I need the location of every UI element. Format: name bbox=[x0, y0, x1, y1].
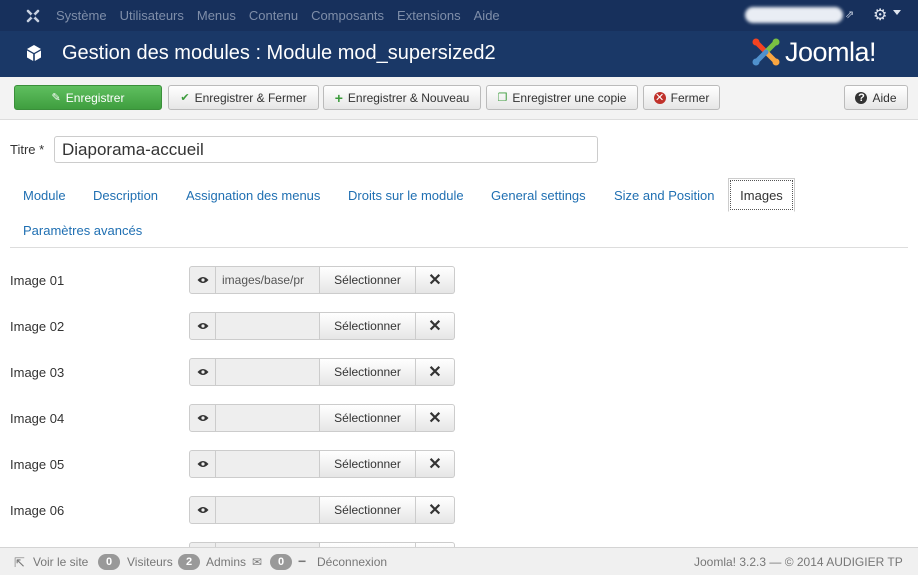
close-button[interactable]: ✕ Fermer bbox=[643, 85, 720, 110]
eye-icon[interactable] bbox=[189, 358, 216, 386]
clear-icon[interactable]: ✕ bbox=[416, 312, 455, 340]
tab-size-position[interactable]: Size and Position bbox=[614, 188, 714, 203]
select-button[interactable]: Sélectionner bbox=[320, 358, 416, 386]
image-06-field: Sélectionner ✕ bbox=[189, 496, 455, 524]
help-icon: ? bbox=[855, 91, 868, 104]
messages-count-badge[interactable]: 0 bbox=[270, 554, 292, 570]
eye-icon[interactable] bbox=[189, 312, 216, 340]
save-new-button[interactable]: + Enregistrer & Nouveau bbox=[323, 85, 481, 110]
save-label: Enregistrer bbox=[65, 90, 125, 105]
minus-icon: − bbox=[298, 553, 307, 569]
eye-icon[interactable] bbox=[189, 266, 216, 294]
clear-icon[interactable]: ✕ bbox=[416, 404, 455, 432]
close-label: Fermer bbox=[670, 90, 710, 105]
eye-icon[interactable] bbox=[189, 496, 216, 524]
clear-icon[interactable]: ✕ bbox=[416, 266, 455, 294]
image-06-label: Image 06 bbox=[10, 503, 65, 518]
toolbar: ✎ Enregistrer ✔ Enregistrer & Fermer + E… bbox=[0, 77, 918, 120]
admins-label: Admins bbox=[206, 555, 247, 569]
gear-icon[interactable]: ⚙ bbox=[873, 5, 887, 25]
close-circle-icon: ✕ bbox=[653, 91, 666, 104]
plus-icon: + bbox=[334, 89, 343, 106]
save-copy-button[interactable]: ❐ Enregistrer une copie bbox=[486, 85, 638, 110]
image-path-input[interactable] bbox=[216, 450, 320, 478]
visitors-count-badge: 0 bbox=[98, 554, 120, 570]
image-03-field: Sélectionner ✕ bbox=[189, 358, 455, 386]
save-new-label: Enregistrer & Nouveau bbox=[347, 90, 470, 105]
image-path-input[interactable] bbox=[216, 358, 320, 386]
page-title: Gestion des modules : Module mod_supersi… bbox=[62, 42, 496, 64]
image-05-field: Sélectionner ✕ bbox=[189, 450, 455, 478]
joomla-wordmark: Joomla! bbox=[785, 36, 877, 67]
chevron-down-icon[interactable] bbox=[893, 10, 901, 15]
image-path-input[interactable] bbox=[216, 404, 320, 432]
admins-count-badge: 2 bbox=[178, 554, 200, 570]
image-path-input[interactable] bbox=[216, 496, 320, 524]
title-input[interactable] bbox=[54, 136, 598, 163]
edit-icon: ✎ bbox=[51, 92, 61, 104]
help-button[interactable]: ? Aide bbox=[844, 85, 908, 110]
menu-contenu[interactable]: Contenu bbox=[249, 8, 298, 23]
menu-aide[interactable]: Aide bbox=[474, 8, 500, 23]
save-close-label: Enregistrer & Fermer bbox=[194, 90, 307, 105]
clear-icon[interactable]: ✕ bbox=[416, 450, 455, 478]
save-close-button[interactable]: ✔ Enregistrer & Fermer bbox=[168, 85, 319, 110]
view-site-icon[interactable]: ⇱ bbox=[14, 555, 25, 571]
visitors-label: Visiteurs bbox=[127, 555, 173, 569]
select-button[interactable]: Sélectionner bbox=[320, 404, 416, 432]
menu-extensions[interactable]: Extensions bbox=[397, 8, 461, 23]
tab-images-label: Images bbox=[740, 187, 783, 203]
image-01-label: Image 01 bbox=[10, 273, 65, 288]
title-label: Titre * bbox=[10, 142, 45, 157]
image-01-field: images/base/pr Sélectionner ✕ bbox=[189, 266, 455, 294]
tab-divider bbox=[10, 247, 908, 248]
envelope-icon[interactable]: ✉ bbox=[252, 555, 262, 569]
menu-menus[interactable]: Menus bbox=[197, 8, 236, 23]
page-header: Gestion des modules : Module mod_supersi… bbox=[0, 31, 918, 77]
image-04-field: Sélectionner ✕ bbox=[189, 404, 455, 432]
help-label: Aide bbox=[872, 90, 897, 105]
clear-icon[interactable]: ✕ bbox=[416, 496, 455, 524]
tab-advanced[interactable]: Paramètres avancés bbox=[23, 223, 142, 238]
select-button[interactable]: Sélectionner bbox=[320, 496, 416, 524]
eye-icon[interactable] bbox=[189, 450, 216, 478]
image-path-input[interactable]: images/base/pr bbox=[216, 266, 320, 294]
image-02-label: Image 02 bbox=[10, 319, 65, 334]
tab-menu-assignment[interactable]: Assignation des menus bbox=[186, 188, 320, 203]
view-site-link[interactable]: Voir le site bbox=[33, 555, 88, 569]
save-button[interactable]: ✎ Enregistrer bbox=[14, 85, 162, 110]
tab-general-settings[interactable]: General settings bbox=[491, 188, 586, 203]
copy-icon: ❐ bbox=[497, 92, 508, 104]
select-button[interactable]: Sélectionner bbox=[320, 312, 416, 340]
joomla-logo: Joomla! bbox=[750, 36, 877, 68]
select-button[interactable]: Sélectionner bbox=[320, 450, 416, 478]
image-05-label: Image 05 bbox=[10, 457, 65, 472]
save-copy-label: Enregistrer une copie bbox=[512, 90, 627, 105]
tab-module-permissions[interactable]: Droits sur le module bbox=[348, 188, 464, 203]
select-button[interactable]: Sélectionner bbox=[320, 266, 416, 294]
cube-icon bbox=[24, 43, 44, 66]
tab-images[interactable]: Images bbox=[728, 178, 795, 212]
footer-copyright: Joomla! 3.2.3 — © 2014 AUDIGIER TP bbox=[694, 555, 903, 569]
eye-icon[interactable] bbox=[189, 404, 216, 432]
tab-module[interactable]: Module bbox=[23, 188, 66, 203]
image-path-input[interactable] bbox=[216, 312, 320, 340]
external-link-icon[interactable]: ⇗ bbox=[845, 8, 854, 21]
clear-icon[interactable]: ✕ bbox=[416, 358, 455, 386]
image-04-label: Image 04 bbox=[10, 411, 65, 426]
status-bar: ⇱ Voir le site 0 Visiteurs 2 Admins ✉ 0 … bbox=[0, 547, 918, 575]
image-02-field: Sélectionner ✕ bbox=[189, 312, 455, 340]
check-icon: ✔ bbox=[180, 92, 190, 104]
user-name-blurred[interactable] bbox=[745, 7, 843, 23]
menu-composants[interactable]: Composants bbox=[311, 8, 384, 23]
joomla-icon[interactable] bbox=[24, 7, 46, 25]
logout-link[interactable]: Déconnexion bbox=[317, 555, 387, 569]
image-03-label: Image 03 bbox=[10, 365, 65, 380]
menu-utilisateurs[interactable]: Utilisateurs bbox=[120, 8, 184, 23]
top-nav: Système Utilisateurs Menus Contenu Compo… bbox=[0, 0, 918, 31]
tab-description[interactable]: Description bbox=[93, 188, 158, 203]
menu-systeme[interactable]: Système bbox=[56, 8, 107, 23]
